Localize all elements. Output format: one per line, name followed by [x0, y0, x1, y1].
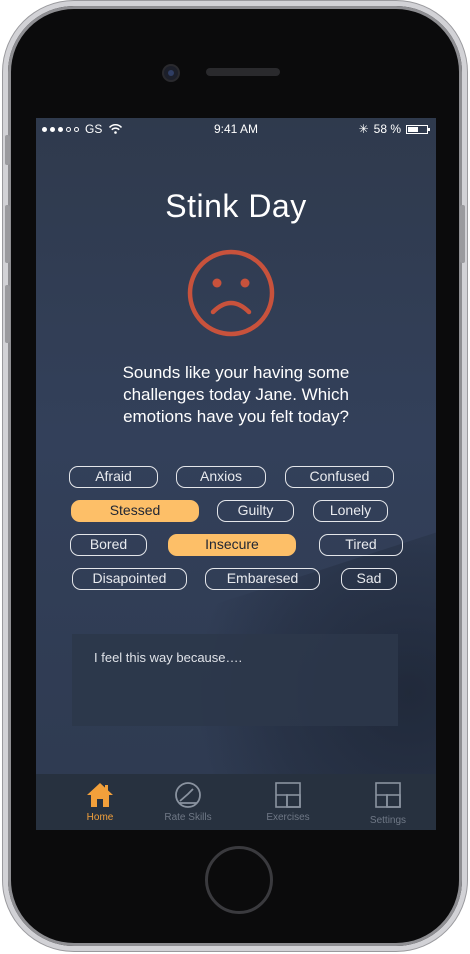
emotion-chip[interactable]: Confused: [285, 466, 394, 488]
panels-icon: [375, 782, 401, 808]
emotion-chip[interactable]: Lonely: [313, 500, 388, 522]
page-title: Stink Day: [165, 188, 307, 224]
mute-switch[interactable]: [5, 135, 10, 165]
reason-placeholder: I feel this way because….: [94, 650, 243, 665]
sad-face-icon: [187, 249, 275, 337]
emotion-chip[interactable]: Afraid: [69, 466, 158, 488]
emotion-chip[interactable]: Insecure: [168, 534, 296, 556]
status-bar: GS 9:41 AM ✳ 58 %: [36, 118, 436, 140]
battery-percent: 58 %: [373, 122, 401, 136]
status-right: ✳ 58 %: [358, 122, 430, 136]
emotion-chip[interactable]: Bored: [70, 534, 147, 556]
emotion-chip[interactable]: Tired: [319, 534, 403, 556]
volume-up-button[interactable]: [5, 205, 10, 263]
battery-icon: [406, 124, 430, 134]
tab-home[interactable]: Home: [50, 774, 150, 830]
tab-exercises[interactable]: Exercises: [238, 774, 338, 830]
emotion-chip[interactable]: Disapointed: [72, 568, 187, 590]
emotion-chip[interactable]: Stessed: [71, 500, 199, 522]
volume-down-button[interactable]: [5, 285, 10, 343]
tab-label: Home: [86, 812, 114, 823]
prompt-message: Sounds like your having some challenges …: [122, 363, 350, 426]
home-icon: [87, 783, 113, 807]
tab-settings[interactable]: Settings: [338, 774, 436, 830]
bluetooth-icon: ✳: [358, 122, 369, 136]
panels-icon: [275, 782, 301, 808]
emotion-chip[interactable]: Anxios: [176, 466, 266, 488]
reason-text-area[interactable]: I feel this way because….: [72, 634, 398, 726]
emotion-chip[interactable]: Embaresed: [205, 568, 320, 590]
tab-label: Exercises: [266, 812, 310, 823]
front-camera: [164, 66, 178, 80]
clock-icon: [175, 782, 201, 808]
tab-bar: Home Rate Skills Exercises Settings: [36, 774, 436, 830]
emotion-chip[interactable]: Guilty: [217, 500, 294, 522]
tab-label: Settings: [369, 815, 407, 826]
home-hardware-button[interactable]: [205, 846, 273, 914]
app-screen: GS 9:41 AM ✳ 58 % Stink Day Sounds like …: [36, 118, 436, 830]
tab-rate-skills[interactable]: Rate Skills: [138, 774, 238, 830]
emotion-chip[interactable]: Sad: [341, 568, 397, 590]
earpiece-speaker: [206, 68, 280, 76]
tab-label: Rate Skills: [164, 812, 212, 823]
battery-fill: [408, 126, 418, 132]
power-button[interactable]: [460, 205, 465, 263]
